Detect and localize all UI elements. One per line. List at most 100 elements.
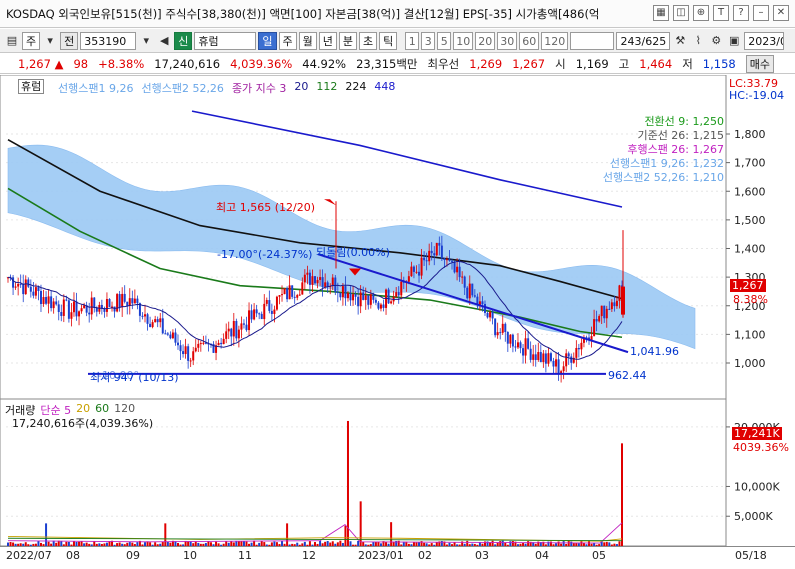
help-icon[interactable]: ? [733,5,749,21]
table-icon[interactable]: ▤ [4,33,20,49]
open-price: 1,169 [575,56,609,71]
price-badge-pct: 8.38% [733,293,768,306]
trade-amount: 23,315백만 [356,56,418,71]
candle-body [237,329,240,339]
period-minute[interactable]: 분 [338,31,357,50]
candle-body [176,342,179,346]
candle-body [346,293,349,299]
y-tick-label: 1,500 [734,214,766,227]
candle-body [174,332,177,343]
candle-body [410,266,413,277]
candle-body [369,294,372,305]
period-year[interactable]: 년 [318,31,337,50]
candle-body [316,279,319,284]
tools-icon[interactable]: ⚒ [672,33,688,49]
pref-label: 최우선 [427,56,460,71]
candle-body [166,333,169,335]
interval-30[interactable]: 30 [497,31,518,50]
interval-3[interactable]: 3 [421,31,436,50]
type2-select[interactable]: 전 [60,31,79,50]
volume-bar [45,523,48,546]
candle-body [580,342,583,350]
interval-10[interactable]: 10 [453,31,474,50]
interval-20[interactable]: 20 [475,31,496,50]
candle-body [321,277,324,287]
candle-body [67,300,70,319]
pin-icon[interactable]: ⊕ [693,5,709,21]
y-tick-label: 1,000 [734,357,766,370]
period-month[interactable]: 월 [298,31,317,50]
volume-bar [164,523,167,546]
custom-interval-input[interactable] [570,31,615,50]
candle-body [319,277,322,280]
candle-body [359,292,362,307]
candle-body [461,276,464,278]
interval-60[interactable]: 60 [519,31,540,50]
count-field[interactable]: 243/625 [616,31,671,50]
stock-code-input[interactable]: 353190 [80,31,137,50]
x-label: 05 [592,549,606,562]
window-icon[interactable]: ◫ [673,5,689,21]
candle-body [39,291,42,305]
candle-body [149,323,152,328]
candle-body [156,319,159,323]
period-tick[interactable]: 틱 [379,31,398,50]
stock-name-field[interactable]: 휴럼 [194,31,257,50]
save-icon[interactable]: ▣ [726,33,742,49]
interval-5[interactable]: 5 [437,31,452,50]
candle-body [379,304,382,309]
candle-body [415,271,418,273]
t-icon[interactable]: T [713,5,729,21]
candle-body [121,293,124,308]
period-week[interactable]: 주 [278,31,297,50]
buy-button[interactable]: 매수 [745,54,774,73]
minimize-icon[interactable]: – [753,5,769,21]
candle-body [390,301,393,304]
legend-span2: 선행스팬2 52,26 [141,82,224,95]
candle-body [293,296,296,298]
search-icon[interactable]: ▾ [138,33,154,49]
candle-body [52,301,55,309]
candle-body [199,343,202,345]
pref-bid: 1,267 [512,56,546,71]
settings-icon[interactable]: ⚙ [708,33,724,49]
candle-body [425,260,428,262]
sin-badge: 신 [174,31,193,50]
candle-body [453,261,456,273]
low-price: 1,158 [702,56,736,71]
candle-body [55,301,58,305]
period-second[interactable]: 초 [359,31,378,50]
candle-body [298,294,301,296]
chevron-down-icon[interactable]: ▾ [42,33,58,49]
candle-body [595,319,598,322]
candle-body [253,309,256,320]
candle-body [339,292,342,298]
chart-area[interactable]: 1,800 1,700 1,600 1,500 1,400 1,300 1,200 1,100… [0,75,795,550]
period-day[interactable]: 일 [258,31,277,50]
candle-body [418,271,421,276]
grid-icon[interactable]: ▦ [653,5,669,21]
close-icon[interactable]: ✕ [773,5,789,21]
high-label: 고 [618,56,630,71]
candle-body [489,311,492,318]
candle-body [524,338,527,356]
candle-body [95,307,98,312]
candle-body [278,295,281,297]
candle-body [164,333,167,335]
candle-body [367,295,370,305]
indicator-icon[interactable]: ⌇ [690,33,706,49]
y-tick-label: 5,000K [734,510,773,523]
interval-120[interactable]: 120 [541,31,569,50]
market-type-select[interactable]: 주 [22,31,41,50]
ichimoku-base: 기준선 26: 1,215 [637,129,724,142]
candle-body [308,272,311,285]
candle-body [372,294,375,300]
interval-1[interactable]: 1 [405,31,420,50]
candle-body [192,351,195,361]
date-field[interactable]: 2023/0 [744,31,785,50]
speaker-icon[interactable]: ◀ [156,33,172,49]
y-tick-label: 1,400 [734,243,766,256]
candle-body [468,283,471,299]
candle-body [542,353,545,363]
candle-body [547,353,550,364]
